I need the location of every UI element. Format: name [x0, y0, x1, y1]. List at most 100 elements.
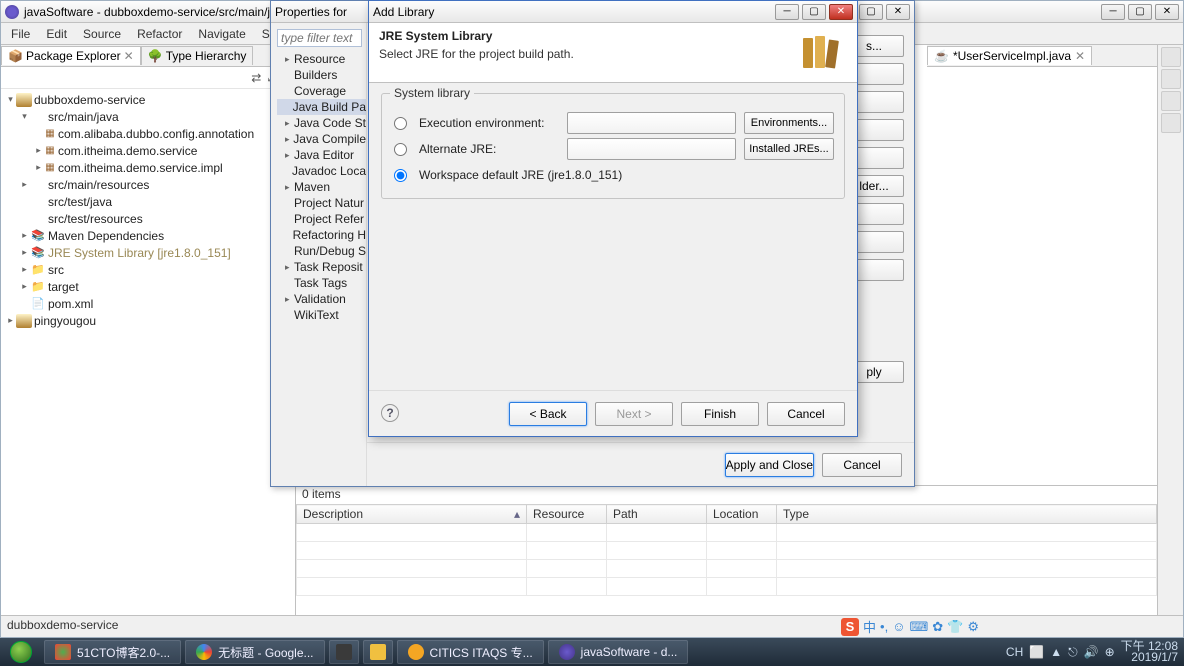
editor-tab[interactable]: ☕ *UserServiceImpl.java ✕: [927, 46, 1092, 65]
col-path[interactable]: Path: [607, 505, 707, 524]
maximize-button[interactable]: ▢: [1128, 4, 1152, 20]
props-tree-item[interactable]: ▸Maven: [277, 179, 366, 195]
apply-close-button[interactable]: Apply and Close: [725, 453, 814, 477]
task-icon[interactable]: [1161, 69, 1181, 89]
props-tree-item[interactable]: ▸Task Reposit: [277, 259, 366, 275]
props-tree-item[interactable]: Builders: [277, 67, 366, 83]
taskbar-item[interactable]: 无标题 - Google...: [185, 640, 324, 664]
props-tree-item[interactable]: ▸Java Compile: [277, 131, 366, 147]
exec-env-combo[interactable]: [567, 112, 736, 134]
taskbar-item[interactable]: 51CTO博客2.0-...: [44, 640, 181, 664]
radio-workspace-default[interactable]: [394, 169, 407, 182]
tray-icon[interactable]: ⊕: [1105, 645, 1115, 659]
menu-navigate[interactable]: Navigate: [190, 25, 253, 43]
props-tree-item[interactable]: Java Build Pa: [277, 99, 366, 115]
tray-icon[interactable]: ▲: [1050, 645, 1062, 659]
ime-lang[interactable]: CH: [1006, 645, 1023, 659]
tree-node[interactable]: pom.xml: [1, 295, 295, 312]
close-button[interactable]: ✕: [1155, 4, 1179, 20]
col-resource[interactable]: Resource: [527, 505, 607, 524]
table-row: [297, 524, 1157, 542]
col-description[interactable]: Description ▴: [297, 505, 527, 524]
tree-node[interactable]: src/test/java: [1, 193, 295, 210]
environments-button[interactable]: Environments...: [744, 112, 834, 134]
tree-node[interactable]: com.alibaba.dubbo.config.annotation: [1, 125, 295, 142]
props-tree-item[interactable]: Run/Debug S: [277, 243, 366, 259]
props-tree-item[interactable]: Javadoc Loca: [277, 163, 366, 179]
system-tray[interactable]: CH ⬜ ▲ ⎋ 🔊 ⊕ 下午 12:08 2019/1/7: [1000, 641, 1184, 663]
maximize-button[interactable]: ▢: [859, 4, 883, 20]
menu-file[interactable]: File: [3, 25, 38, 43]
clock[interactable]: 下午 12:08 2019/1/7: [1121, 641, 1178, 663]
windows-taskbar: 51CTO博客2.0-... 无标题 - Google... CITICS IT…: [0, 638, 1184, 666]
search-icon[interactable]: [1161, 113, 1181, 133]
filter-input[interactable]: [277, 29, 362, 47]
collapse-all-icon[interactable]: ⇄: [251, 71, 261, 85]
start-button[interactable]: [2, 639, 40, 665]
radio-alt-jre[interactable]: [394, 143, 407, 156]
tree-node[interactable]: ▸src/main/resources: [1, 176, 295, 193]
maximize-button[interactable]: ▢: [802, 4, 826, 20]
props-tree-item[interactable]: WikiText: [277, 307, 366, 323]
outline-icon[interactable]: [1161, 47, 1181, 67]
problems-table[interactable]: Description ▴ Resource Path Location Typ…: [296, 504, 1157, 596]
tree-node[interactable]: ▸pingyougou: [1, 312, 295, 329]
wizard-heading: JRE System Library: [379, 29, 574, 43]
tree-node[interactable]: ▸JRE System Library [jre1.8.0_151]: [1, 244, 295, 261]
props-tree-item[interactable]: Refactoring H: [277, 227, 366, 243]
menu-source[interactable]: Source: [75, 25, 129, 43]
col-location[interactable]: Location: [707, 505, 777, 524]
finish-button[interactable]: Finish: [681, 402, 759, 426]
library-icon: [799, 32, 847, 74]
close-icon[interactable]: ✕: [124, 49, 134, 63]
alt-jre-combo[interactable]: [567, 138, 736, 160]
tree-node[interactable]: ▸Maven Dependencies: [1, 227, 295, 244]
cancel-button[interactable]: Cancel: [822, 453, 902, 477]
tree-node[interactable]: src/test/resources: [1, 210, 295, 227]
close-button[interactable]: ✕: [886, 4, 910, 20]
props-tree-item[interactable]: Task Tags: [277, 275, 366, 291]
props-tree-item[interactable]: ▸Validation: [277, 291, 366, 307]
minimize-button[interactable]: ─: [775, 4, 799, 20]
tab-package-explorer[interactable]: 📦 Package Explorer ✕: [1, 46, 141, 65]
taskbar-item[interactable]: javaSoftware - d...: [548, 640, 689, 664]
props-tree-item[interactable]: ▸Java Code St: [277, 115, 366, 131]
taskbar-item[interactable]: CITICS ITAQS 专...: [397, 640, 544, 664]
label-alt-jre: Alternate JRE:: [419, 142, 559, 156]
network-icon[interactable]: ⎋: [1068, 645, 1078, 660]
props-tree-item[interactable]: Coverage: [277, 83, 366, 99]
ime-indicator[interactable]: S 中 •, ☺ ⌨ ✿ 👕 ⚙: [841, 617, 979, 636]
package-explorer-panel: 📦 Package Explorer ✕ 🌳 Type Hierarchy ⇄ …: [1, 45, 296, 615]
taskbar-item[interactable]: [329, 640, 359, 664]
tree-node[interactable]: ▾src/main/java: [1, 108, 295, 125]
back-button[interactable]: < Back: [509, 402, 587, 426]
wizard-banner: JRE System Library Select JRE for the pr…: [369, 23, 857, 83]
menu-refactor[interactable]: Refactor: [129, 25, 190, 43]
props-tree-item[interactable]: ▸Java Editor: [277, 147, 366, 163]
properties-tree[interactable]: ▸ResourceBuildersCoverageJava Build Pa▸J…: [277, 51, 366, 323]
menu-edit[interactable]: Edit: [38, 25, 75, 43]
cancel-button[interactable]: Cancel: [767, 402, 845, 426]
build-icon[interactable]: [1161, 91, 1181, 111]
props-tree-item[interactable]: Project Natur: [277, 195, 366, 211]
tray-icon[interactable]: ⬜: [1029, 645, 1044, 659]
next-button[interactable]: Next >: [595, 402, 673, 426]
col-type[interactable]: Type: [777, 505, 1157, 524]
tab-type-hierarchy[interactable]: 🌳 Type Hierarchy: [141, 46, 254, 65]
tree-node[interactable]: ▾dubboxdemo-service: [1, 91, 295, 108]
close-button[interactable]: ✕: [829, 4, 853, 20]
props-tree-item[interactable]: Project Refer: [277, 211, 366, 227]
tree-node[interactable]: ▸target: [1, 278, 295, 295]
tree-node[interactable]: ▸com.itheima.demo.service: [1, 142, 295, 159]
radio-exec-env[interactable]: [394, 117, 407, 130]
addlib-titlebar[interactable]: Add Library ─ ▢ ✕: [369, 1, 857, 23]
taskbar-item[interactable]: [363, 640, 393, 664]
minimize-button[interactable]: ─: [1101, 4, 1125, 20]
tree-node[interactable]: ▸src: [1, 261, 295, 278]
close-icon[interactable]: ✕: [1075, 49, 1085, 63]
installed-jres-button[interactable]: Installed JREs...: [744, 138, 834, 160]
props-tree-item[interactable]: ▸Resource: [277, 51, 366, 67]
package-tree[interactable]: ▾dubboxdemo-service▾src/main/javacom.ali…: [1, 89, 295, 615]
tree-node[interactable]: ▸com.itheima.demo.service.impl: [1, 159, 295, 176]
volume-icon[interactable]: 🔊: [1084, 645, 1099, 659]
